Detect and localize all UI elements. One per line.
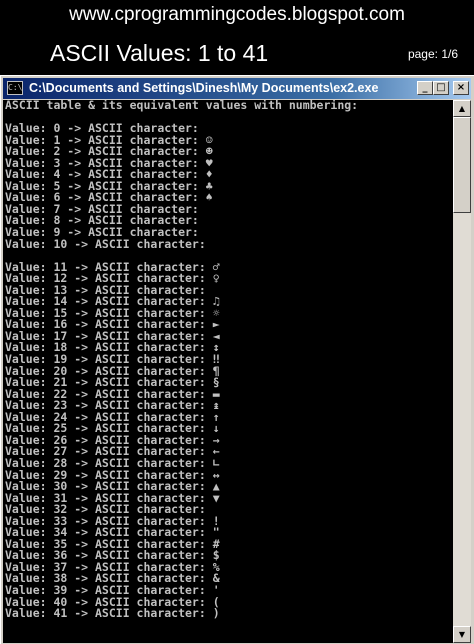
console-line: Value: 10 -> ASCII character: <box>5 236 206 251</box>
window-titlebar[interactable]: C:\ C:\Documents and Settings\Dinesh\My … <box>3 78 471 99</box>
console-line: Value: 41 -> ASCII character: ) <box>5 606 220 621</box>
minimize-button[interactable]: _ <box>417 81 433 95</box>
site-banner: www.cprogrammingcodes.blogspot.com <box>0 0 474 30</box>
slide-title: ASCII Values: 1 to 41 <box>50 40 269 66</box>
maximize-button[interactable]: □ <box>433 81 449 95</box>
scroll-down-arrow-icon[interactable]: ▼ <box>453 626 471 643</box>
scrollbar-thumb[interactable] <box>453 117 471 213</box>
vertical-scrollbar[interactable]: ▲ ▼ <box>453 100 471 643</box>
page-indicator: page: 1/6 <box>407 47 458 61</box>
console-output[interactable]: ASCII table & its equivalent values with… <box>3 100 453 643</box>
console-app-icon[interactable]: C:\ <box>7 81 23 95</box>
slide-header: ASCII Values: 1 to 41 page: 1/6 <box>0 30 474 74</box>
console-window: C:\ C:\Documents and Settings\Dinesh\My … <box>0 75 474 644</box>
scroll-up-arrow-icon[interactable]: ▲ <box>453 100 471 117</box>
window-title: C:\Documents and Settings\Dinesh\My Docu… <box>29 81 379 95</box>
console-line: ASCII table & its equivalent values with… <box>5 100 359 112</box>
close-button[interactable]: × <box>453 81 469 95</box>
